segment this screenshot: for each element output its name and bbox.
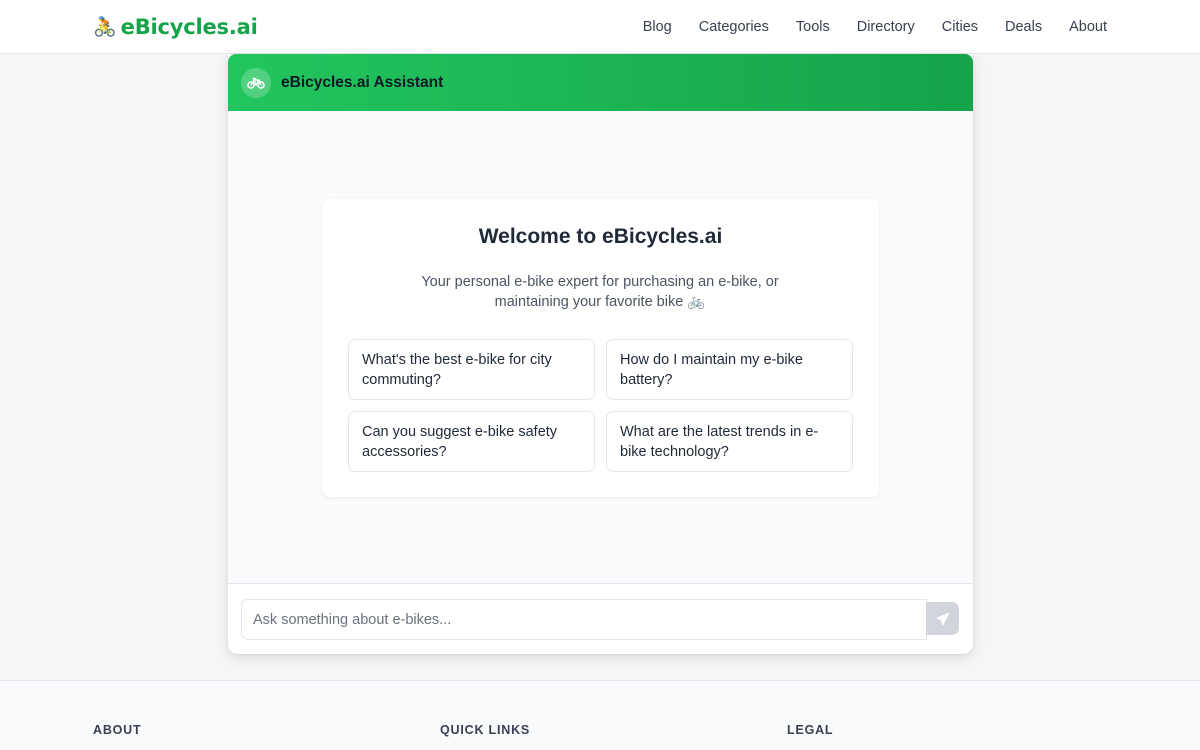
site-footer: ABOUT QUICK LINKS LEGAL [0, 680, 1200, 750]
send-button[interactable] [926, 602, 959, 635]
assistant-avatar [241, 67, 271, 98]
cyclist-icon: 🚴 [93, 16, 117, 38]
welcome-subtitle: Your personal e-bike expert for purchasi… [400, 272, 800, 312]
welcome-title: Welcome to eBicycles.ai [478, 225, 723, 248]
bicycle-icon [247, 77, 265, 89]
nav-cities[interactable]: Cities [942, 19, 978, 35]
nav-blog[interactable]: Blog [643, 19, 672, 35]
chat-messages-area: Welcome to eBicycles.ai Your personal e-… [228, 111, 973, 583]
nav-categories[interactable]: Categories [699, 19, 769, 35]
paper-plane-icon [936, 612, 949, 625]
nav-tools[interactable]: Tools [796, 19, 830, 35]
suggestion-battery-maintenance[interactable]: How do I maintain my e-bike battery? [606, 339, 853, 400]
chat-message-input[interactable] [241, 599, 927, 640]
main-nav: Blog Categories Tools Directory Cities D… [643, 0, 1107, 54]
suggestion-city-commuting[interactable]: What's the best e-bike for city commutin… [348, 339, 595, 400]
top-navbar: 🚴 eBicycles.ai Blog Categories Tools Dir… [0, 0, 1200, 54]
suggestion-technology-trends[interactable]: What are the latest trends in e-bike tec… [606, 411, 853, 472]
chat-input-bar [228, 583, 973, 654]
footer-heading-legal: LEGAL [787, 723, 834, 737]
chat-title: eBicycles.ai Assistant [281, 73, 444, 91]
chat-header: eBicycles.ai Assistant [228, 54, 973, 111]
nav-deals[interactable]: Deals [1005, 19, 1042, 35]
suggestion-grid: What's the best e-bike for city commutin… [348, 339, 853, 472]
nav-directory[interactable]: Directory [857, 19, 915, 35]
welcome-card: Welcome to eBicycles.ai Your personal e-… [322, 199, 879, 497]
suggestion-safety-accessories[interactable]: Can you suggest e-bike safety accessorie… [348, 411, 595, 472]
brand-name: eBicycles.ai [120, 15, 258, 39]
footer-heading-quick-links: QUICK LINKS [440, 723, 531, 737]
footer-heading-about: ABOUT [93, 723, 142, 737]
chat-widget: eBicycles.ai Assistant Welcome to eBicyc… [228, 54, 973, 654]
nav-about[interactable]: About [1069, 19, 1107, 35]
welcome-subtitle-line-2: maintaining your favorite bike 🚲 [494, 294, 706, 310]
brand-logo-link[interactable]: 🚴 eBicycles.ai [93, 13, 258, 41]
welcome-subtitle-line-1: Your personal e-bike expert for purchasi… [421, 274, 779, 290]
